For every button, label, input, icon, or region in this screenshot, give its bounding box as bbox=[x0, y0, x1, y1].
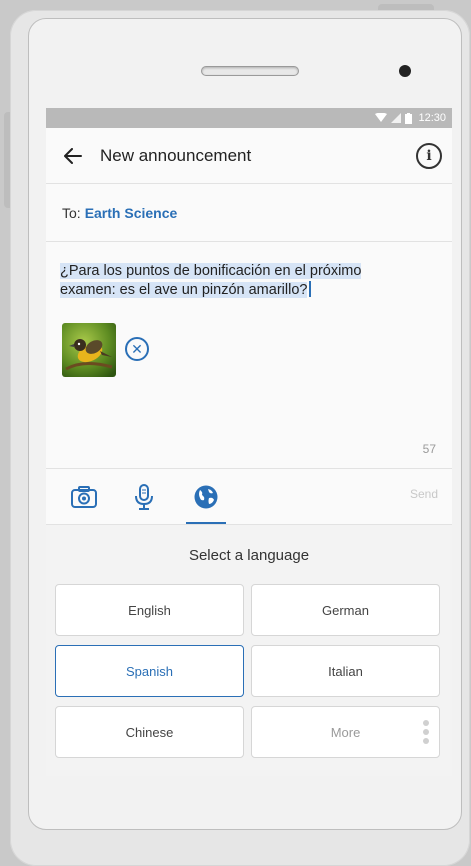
language-option-chinese[interactable]: Chinese bbox=[55, 706, 244, 758]
language-option-english[interactable]: English bbox=[55, 584, 244, 636]
signal-icon bbox=[391, 113, 402, 123]
language-option-label: German bbox=[322, 602, 369, 618]
more-vertical-icon bbox=[423, 720, 429, 744]
page-title: New announcement bbox=[100, 145, 252, 165]
status-time: 12:30 bbox=[418, 112, 446, 124]
language-option-label: More bbox=[330, 724, 361, 740]
back-arrow-icon bbox=[64, 147, 82, 164]
phone-camera bbox=[399, 65, 411, 77]
recipient-label: To: bbox=[62, 204, 81, 221]
info-icon: i bbox=[426, 148, 432, 164]
compose-toolbar: Send bbox=[46, 468, 452, 524]
camera-button[interactable] bbox=[64, 479, 104, 515]
character-count: 57 bbox=[422, 442, 436, 456]
phone-speaker bbox=[201, 66, 299, 76]
language-option-label: English bbox=[128, 602, 171, 618]
status-bar: 12:30 bbox=[46, 108, 452, 128]
app-bar: New announcement i bbox=[46, 128, 452, 184]
back-button[interactable] bbox=[46, 128, 100, 184]
message-area[interactable]: ¿Para los puntos de bonificación en el p… bbox=[46, 242, 452, 468]
language-panel: Select a language English German Spanish… bbox=[46, 524, 452, 776]
remove-attachment-button[interactable]: ✕ bbox=[125, 337, 149, 361]
bird-image bbox=[62, 323, 116, 377]
camera-icon bbox=[71, 486, 97, 508]
send-button[interactable]: Send bbox=[410, 487, 438, 501]
battery-icon bbox=[405, 112, 413, 124]
language-option-italian[interactable]: Italian bbox=[251, 645, 440, 697]
microphone-button[interactable] bbox=[124, 479, 164, 515]
info-button[interactable]: i bbox=[416, 143, 442, 169]
language-option-german[interactable]: German bbox=[251, 584, 440, 636]
close-circle-icon: ✕ bbox=[131, 340, 143, 357]
recipient-row[interactable]: To: Earth Science bbox=[46, 184, 452, 242]
language-option-spanish[interactable]: Spanish bbox=[55, 645, 244, 697]
wifi-icon bbox=[375, 113, 388, 122]
recipient-value[interactable]: Earth Science bbox=[85, 205, 178, 221]
attachment-thumbnail[interactable] bbox=[62, 323, 116, 377]
message-line-1: ¿Para los puntos de bonificación en el p… bbox=[60, 263, 362, 279]
translate-button[interactable] bbox=[186, 479, 226, 524]
phone-screen: 12:30 New announcement i To: Earth Scien… bbox=[46, 108, 452, 776]
language-option-more[interactable]: More bbox=[251, 706, 440, 758]
microphone-icon bbox=[135, 484, 153, 510]
language-option-label: Spanish bbox=[126, 663, 173, 679]
text-cursor bbox=[309, 281, 311, 297]
message-input[interactable]: ¿Para los puntos de bonificación en el p… bbox=[60, 262, 416, 300]
message-line-2: examen: es el ave un pinzón amarillo? bbox=[60, 282, 308, 298]
globe-icon bbox=[194, 485, 218, 509]
language-option-label: Italian bbox=[328, 663, 363, 679]
language-option-label: Chinese bbox=[125, 724, 174, 740]
language-panel-title: Select a language bbox=[188, 547, 310, 564]
